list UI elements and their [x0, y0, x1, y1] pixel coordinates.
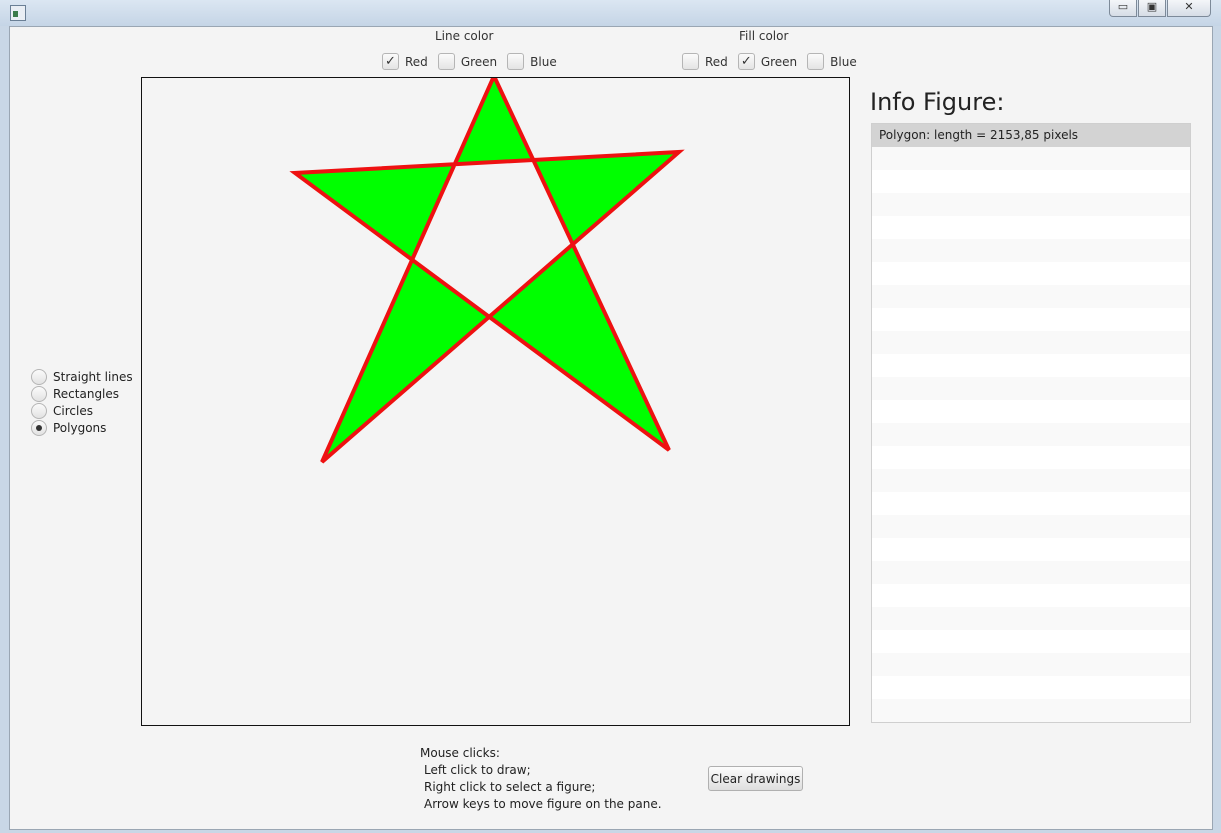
list-empty-row	[872, 515, 1190, 538]
line-color-blue-checkbox[interactable]: Blue	[507, 53, 557, 70]
line-color-green-checkbox[interactable]: Green	[437, 53, 497, 70]
help-line: Right click to select a figure;	[424, 780, 596, 794]
radio-circles[interactable]: Circles	[31, 402, 133, 419]
radio-button[interactable]	[31, 402, 47, 419]
help-line: Arrow keys to move figure on the pane.	[424, 797, 662, 811]
fill-color-checkboxes: Red ✓ Green Blue	[682, 53, 867, 70]
clear-drawings-button[interactable]: Clear drawings	[708, 766, 803, 791]
radio-button[interactable]	[31, 368, 47, 385]
minimize-icon[interactable]: ▭	[1109, 0, 1137, 17]
list-empty-row	[872, 354, 1190, 377]
close-icon[interactable]: ✕	[1167, 0, 1211, 17]
line-color-checkboxes: ✓ Red Green Blue	[382, 53, 567, 70]
list-empty-row	[872, 538, 1190, 561]
help-line: Left click to draw;	[424, 763, 531, 777]
list-empty-row	[872, 170, 1190, 193]
checkbox-box[interactable]: ✓	[382, 53, 399, 70]
list-empty-row	[872, 147, 1190, 170]
info-figure-title: Info Figure:	[870, 88, 1005, 116]
radio-button[interactable]	[31, 385, 47, 402]
list-empty-row	[872, 262, 1190, 285]
list-empty-row	[872, 561, 1190, 584]
list-empty-row	[872, 308, 1190, 331]
help-text: Mouse clicks: Left click to draw; Right …	[420, 745, 662, 813]
window-controls: ▭ ▣ ✕	[1108, 0, 1211, 17]
list-empty-row	[872, 423, 1190, 446]
drawing-canvas[interactable]	[141, 77, 850, 726]
list-empty-row	[872, 193, 1190, 216]
list-empty-row	[872, 400, 1190, 423]
window-titlebar: ▭ ▣ ✕	[0, 0, 1221, 26]
list-empty-row	[872, 239, 1190, 262]
fill-color-green-checkbox[interactable]: ✓ Green	[737, 53, 797, 70]
star-polygon[interactable]	[289, 78, 685, 464]
line-color-label: Line color	[435, 29, 494, 43]
list-empty-row	[872, 377, 1190, 400]
app-icon	[10, 5, 26, 21]
app-window: Line color ✓ Red Green Blue Fill color R…	[9, 26, 1213, 830]
list-item[interactable]: Polygon: length = 2153,85 pixels	[872, 124, 1190, 147]
checkbox-box[interactable]	[507, 53, 525, 70]
list-empty-row	[872, 469, 1190, 492]
list-empty-row	[872, 699, 1190, 722]
list-empty-row	[872, 607, 1190, 630]
radio-polygons[interactable]: Polygons	[31, 419, 133, 436]
list-empty-row	[872, 653, 1190, 676]
canvas-svg	[289, 78, 685, 464]
checkbox-box[interactable]	[437, 53, 455, 70]
checkbox-box[interactable]: ✓	[737, 53, 755, 70]
radio-button[interactable]	[31, 419, 47, 436]
fill-color-label: Fill color	[739, 29, 789, 43]
fill-color-blue-checkbox[interactable]: Blue	[807, 53, 857, 70]
radio-straight-lines[interactable]: Straight lines	[31, 368, 133, 385]
list-empty-row	[872, 216, 1190, 239]
help-heading: Mouse clicks:	[420, 746, 500, 760]
list-empty-row	[872, 676, 1190, 699]
list-empty-row	[872, 331, 1190, 354]
list-empty-row	[872, 285, 1190, 308]
list-empty-row	[872, 492, 1190, 515]
maximize-icon[interactable]: ▣	[1138, 0, 1166, 17]
line-color-red-checkbox[interactable]: ✓ Red	[382, 53, 428, 70]
info-figure-list[interactable]: Polygon: length = 2153,85 pixels	[871, 123, 1191, 723]
list-empty-row	[872, 446, 1190, 469]
list-empty-row	[872, 630, 1190, 653]
checkbox-box[interactable]	[807, 53, 825, 70]
shape-mode-group: Straight lines Rectangles Circles Polygo…	[31, 368, 133, 436]
list-empty-row	[872, 584, 1190, 607]
checkbox-box[interactable]	[682, 53, 699, 70]
fill-color-red-checkbox[interactable]: Red	[682, 53, 728, 70]
radio-rectangles[interactable]: Rectangles	[31, 385, 133, 402]
